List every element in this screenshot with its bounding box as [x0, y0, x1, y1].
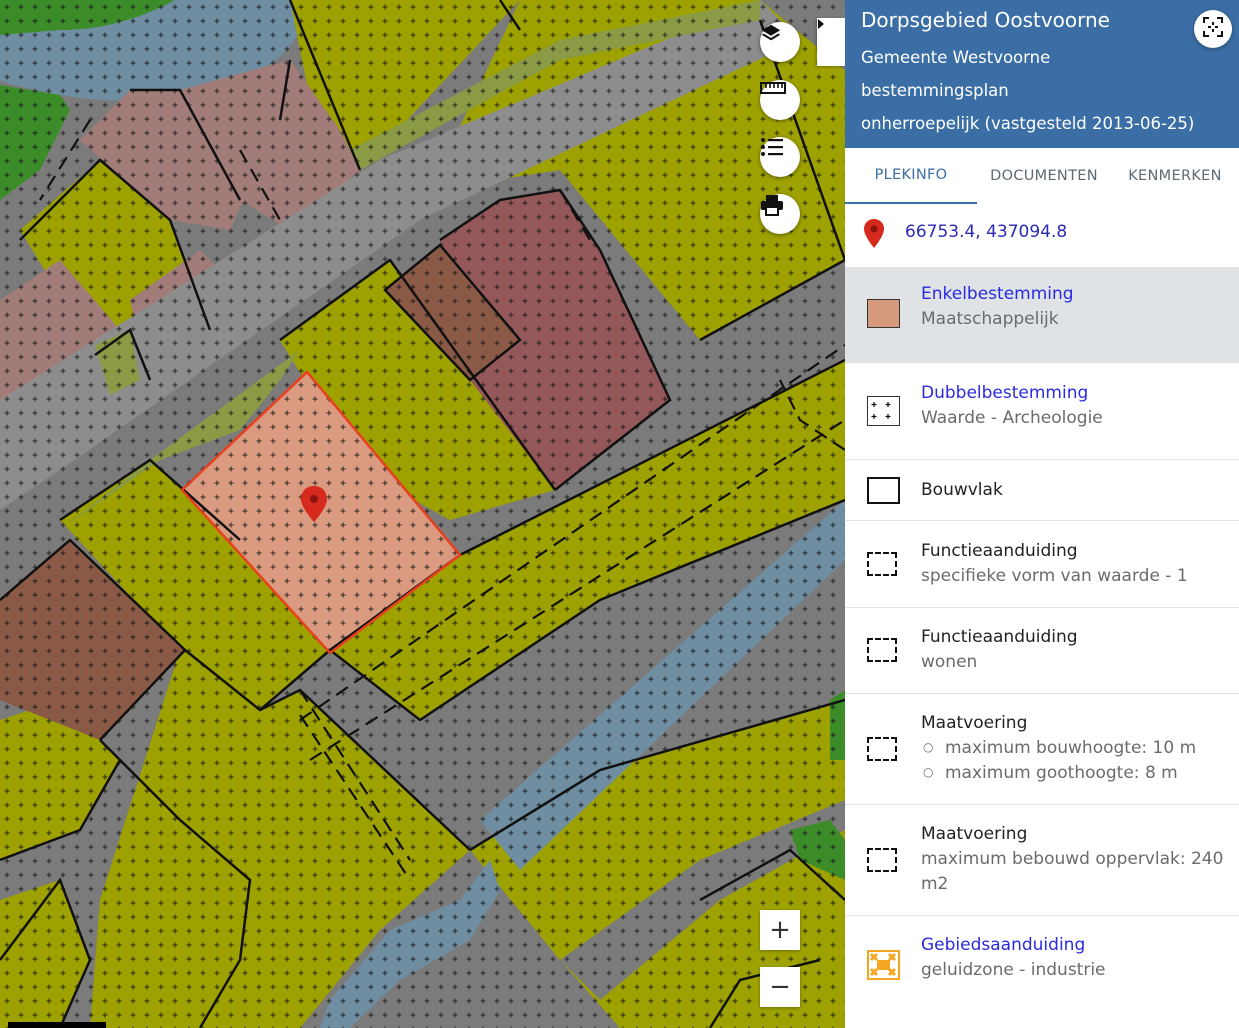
geluidzone-pattern-icon: [867, 950, 900, 980]
tab-documenten[interactable]: DOCUMENTEN: [977, 148, 1111, 204]
layers-button[interactable]: [760, 22, 800, 62]
coordinates-text: 66753.4, 437094.8: [905, 222, 1068, 242]
legend-entry-dubbelbestemming[interactable]: Dubbelbestemming Waarde - Archeologie: [845, 363, 1239, 460]
tab-bar: PLEKINFO DOCUMENTEN KENMERKEN: [845, 148, 1239, 204]
zoom-in-button[interactable]: +: [760, 910, 800, 950]
measure-button[interactable]: [760, 80, 800, 120]
dashed-outline-icon: [867, 638, 897, 662]
legend-entry-gebiedsaanduiding[interactable]: Gebiedsaanduiding geluidzone - industrie: [845, 916, 1239, 1028]
entry-subtitle-line2: m2: [921, 874, 949, 894]
color-swatch: [867, 299, 900, 328]
entry-title: Maatvoering: [921, 713, 1028, 733]
map-viewport[interactable]: + −: [0, 0, 845, 1028]
entry-list-item: ○ maximum goothoogte: 8 m: [923, 763, 1178, 783]
plan-title: Dorpsgebied Oostvoorne: [861, 8, 1110, 32]
coordinate-row: 66753.4, 437094.8: [845, 210, 1239, 260]
entry-title[interactable]: Enkelbestemming: [921, 284, 1074, 304]
legend-entry-functieaanduiding-2[interactable]: Functieaanduiding wonen: [845, 608, 1239, 694]
plan-status: onherroepelijk (vastgesteld 2013-06-25): [861, 114, 1195, 133]
info-panel: Dorpsgebied Oostvoorne Gemeente Westvoor…: [845, 0, 1239, 1028]
legend-button[interactable]: [760, 137, 800, 177]
entry-subtitle-line1: maximum bebouwd oppervlak: 240: [921, 849, 1224, 869]
entry-list-item: ○ maximum bouwhoogte: 10 m: [923, 738, 1197, 758]
entry-title: Bouwvlak: [921, 480, 1003, 500]
dashed-outline-icon: [867, 737, 897, 761]
tab-kenmerken[interactable]: KENMERKEN: [1111, 148, 1239, 204]
focus-target-icon: [1202, 16, 1224, 42]
entry-title[interactable]: Gebiedsaanduiding: [921, 935, 1085, 955]
plan-type: bestemmingsplan: [861, 81, 1009, 100]
entry-title: Functieaanduiding: [921, 541, 1078, 561]
solid-outline-icon: [867, 477, 900, 504]
dashed-outline-icon: [867, 848, 897, 872]
zoom-out-button[interactable]: −: [760, 967, 800, 1007]
legend-entry-maatvoering-2[interactable]: Maatvoering maximum bebouwd oppervlak: 2…: [845, 805, 1239, 916]
entry-subtitle: Waarde - Archeologie: [921, 408, 1103, 428]
entry-subtitle: specifieke vorm van waarde - 1: [921, 566, 1188, 586]
tab-plekinfo[interactable]: PLEKINFO: [845, 148, 977, 204]
entry-title: Functieaanduiding: [921, 627, 1078, 647]
legend-entry-enkelbestemming[interactable]: Enkelbestemming Maatschappelijk: [845, 267, 1239, 363]
map-canvas[interactable]: [0, 0, 845, 1028]
legend-entry-functieaanduiding-1[interactable]: Functieaanduiding specifieke vorm van wa…: [845, 521, 1239, 608]
legend-entry-bouwvlak[interactable]: Bouwvlak: [845, 460, 1239, 521]
print-button[interactable]: [760, 194, 800, 234]
plus-pattern-icon: [867, 396, 900, 426]
dashed-outline-icon: [867, 552, 897, 576]
map-pin-icon: [863, 218, 885, 254]
municipality-name: Gemeente Westvoorne: [861, 48, 1051, 67]
panel-header: Dorpsgebied Oostvoorne Gemeente Westvoor…: [845, 0, 1239, 148]
entry-subtitle: geluidzone - industrie: [921, 960, 1106, 980]
entry-title: Maatvoering: [921, 824, 1028, 844]
panel-toggle-button[interactable]: [817, 18, 845, 66]
legend-entry-maatvoering-1[interactable]: Maatvoering ○ maximum bouwhoogte: 10 m ○ m…: [845, 694, 1239, 805]
entry-subtitle: Maatschappelijk: [921, 309, 1059, 329]
scale-bar: [8, 1022, 106, 1028]
focus-button[interactable]: [1194, 10, 1232, 48]
entry-title[interactable]: Dubbelbestemming: [921, 383, 1088, 403]
entry-subtitle: wonen: [921, 652, 978, 672]
